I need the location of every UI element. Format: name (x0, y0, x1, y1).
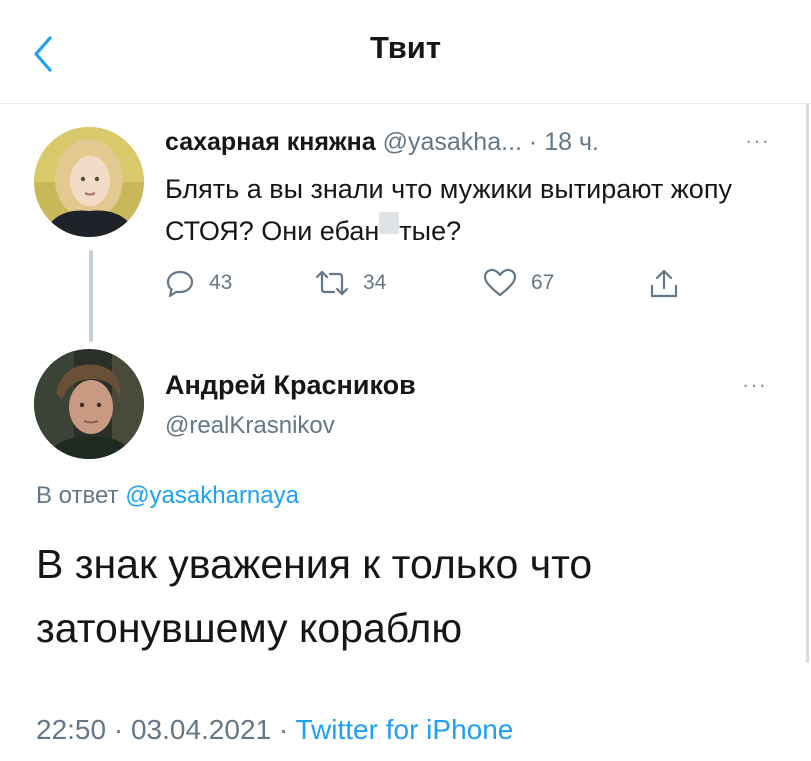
avatar[interactable] (34, 349, 144, 459)
tweet-header: сахарная княжна @yasakha... · 18 ч. (165, 128, 599, 157)
tweet-source-link[interactable]: Twitter for iPhone (295, 714, 513, 745)
avatar[interactable] (34, 127, 144, 237)
like-count: 67 (531, 271, 555, 294)
top-bar: Твит (0, 0, 811, 104)
like-button[interactable]: 67 (483, 268, 554, 298)
thread-connector (89, 250, 93, 342)
tweet-time[interactable]: 18 ч. (544, 128, 599, 156)
page-title: Твит (369, 30, 442, 65)
tweet-text: В знак уважения к только что затонувшему… (36, 541, 593, 651)
author-handle[interactable]: @realKrasnikov (165, 412, 335, 440)
share-icon (650, 269, 678, 298)
more-options-button[interactable]: ··· (742, 372, 767, 398)
reply-count: 43 (209, 271, 233, 294)
author-handle[interactable]: @yasakha... (383, 128, 522, 156)
author-name[interactable]: Андрей Красников (165, 370, 416, 401)
tweet-meta: 22:50 · 03.04.2021 · Twitter for iPhone (36, 714, 513, 746)
reply-button[interactable]: 43 (165, 268, 232, 298)
retweet-icon (315, 270, 349, 296)
tweet-text: Блять а вы знали что мужики вытирают жоп… (165, 168, 765, 252)
scrollbar[interactable] (806, 103, 809, 663)
tweet-text-part: тые? (399, 216, 462, 246)
separator-dot: · (528, 128, 538, 156)
author-name[interactable]: сахарная княжна (165, 128, 376, 156)
reply-context: В ответ @yasakharnaya (36, 482, 299, 510)
reply-icon (166, 270, 194, 298)
heart-icon (483, 268, 517, 297)
reply-prefix: В ответ (36, 482, 119, 509)
share-button[interactable] (649, 268, 679, 300)
retweet-button[interactable]: 34 (315, 268, 386, 298)
retweet-count: 34 (363, 271, 387, 294)
tweet-actions: 43 34 67 (165, 268, 705, 308)
censored-blur: ну (379, 212, 400, 234)
more-options-button[interactable]: ··· (745, 128, 770, 154)
tweet-timestamp[interactable]: 22:50 · 03.04.2021 · (36, 714, 288, 745)
reply-handle-link[interactable]: @yasakharnaya (125, 482, 299, 509)
